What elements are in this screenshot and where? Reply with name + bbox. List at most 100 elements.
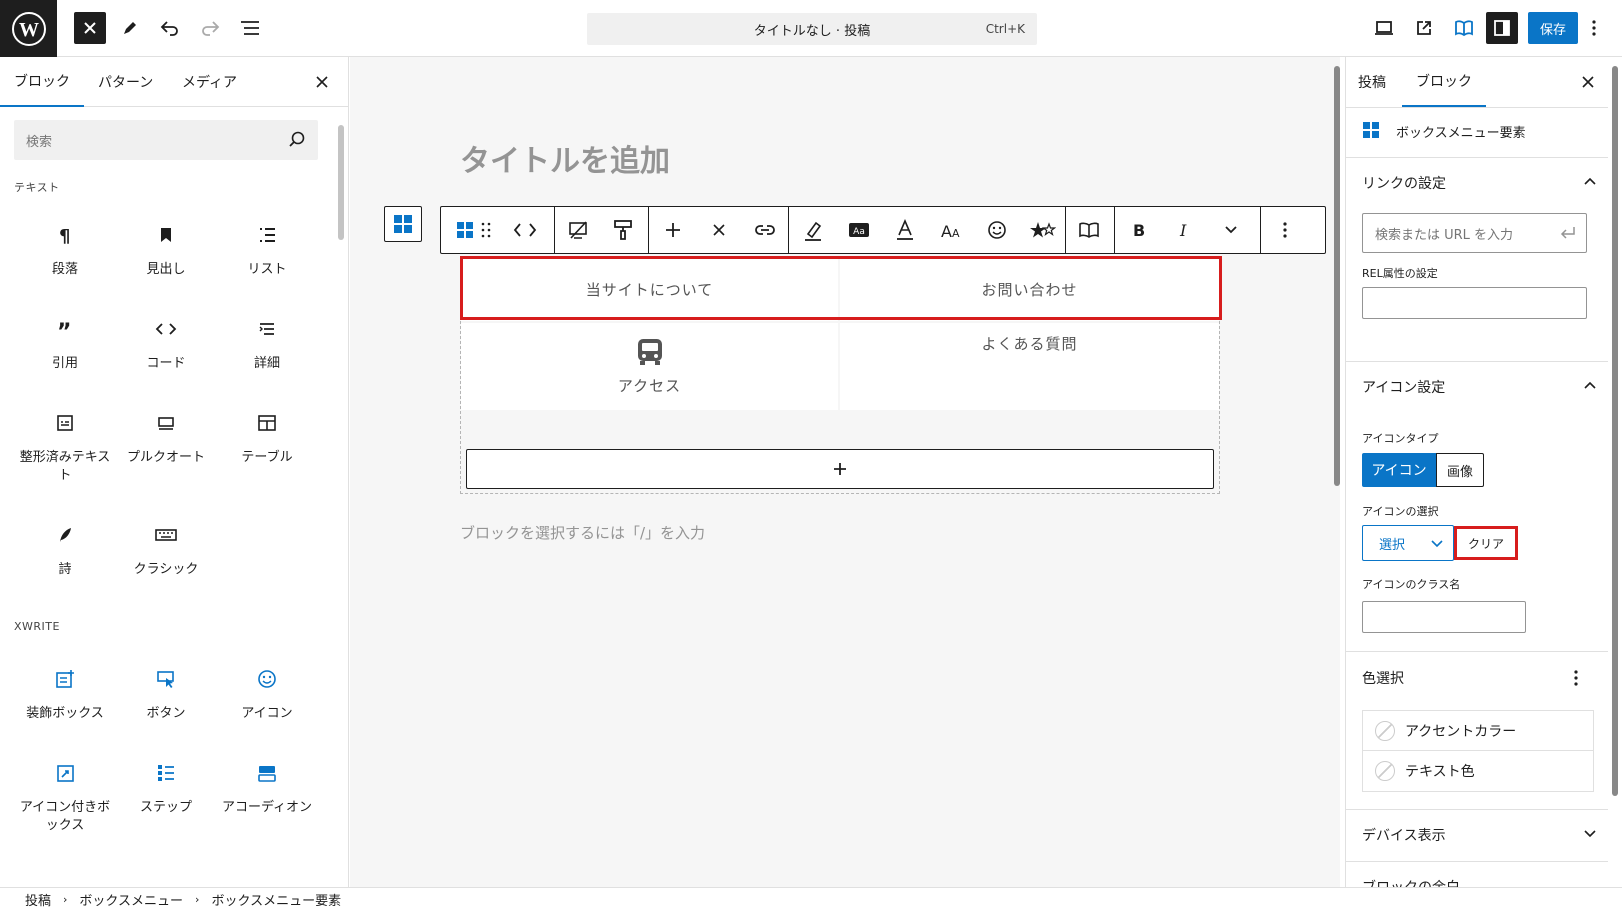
redo-icon[interactable] — [194, 12, 226, 44]
color-section-header: 色選択 — [1362, 671, 1404, 687]
italic-icon[interactable]: I — [1163, 207, 1207, 253]
block-details[interactable]: 詳細 — [219, 319, 315, 373]
clear-icon-button[interactable]: クリア — [1454, 526, 1518, 560]
tab-media[interactable]: メディア — [182, 57, 237, 107]
command-palette[interactable]: タイトルなし · 投稿 Ctrl+K — [587, 13, 1037, 45]
chevron-down-icon[interactable] — [1584, 830, 1596, 838]
book-icon[interactable] — [1067, 207, 1111, 253]
text-color-option[interactable]: テキスト色 — [1363, 751, 1593, 791]
sidebar-scrollbar[interactable] — [1612, 66, 1618, 796]
breadcrumb-item[interactable]: 投稿 — [25, 890, 51, 909]
tab-block[interactable]: ブロック — [1402, 57, 1486, 107]
font-resize-icon[interactable]: AA — [929, 207, 973, 253]
bookmark-icon — [118, 225, 214, 249]
block-button[interactable]: ボタン — [118, 669, 214, 723]
book-icon[interactable] — [1448, 12, 1480, 44]
tab-blocks[interactable]: ブロック — [0, 57, 84, 107]
block-label: プルクオート — [126, 450, 205, 465]
device-display-header[interactable]: デバイス表示 — [1362, 825, 1446, 845]
block-classic[interactable]: クラシック — [118, 525, 214, 579]
block-options-icon[interactable] — [1263, 207, 1307, 253]
move-left-right-icon[interactable] — [503, 207, 547, 253]
close-sidebar-icon[interactable] — [1582, 57, 1594, 107]
block-list[interactable]: リスト — [219, 225, 315, 279]
close-inserter-button[interactable] — [74, 12, 106, 44]
breadcrumb-item[interactable]: ボックスメニュー要素 — [211, 890, 341, 909]
more-options-icon[interactable] — [1574, 670, 1578, 686]
spacing-section-header[interactable]: ブロックの余白 — [1362, 877, 1460, 887]
icon-settings-header[interactable]: アイコン設定 — [1362, 377, 1445, 397]
remove-icon[interactable] — [697, 207, 741, 253]
device-visibility-icon[interactable] — [557, 207, 601, 253]
block-preformatted[interactable]: 整形済みテキスト — [17, 413, 113, 485]
save-button[interactable]: 保存 — [1528, 12, 1578, 44]
parent-block-selector[interactable] — [384, 206, 422, 242]
block-pullquote[interactable]: プルクオート — [118, 413, 214, 467]
block-code[interactable]: コード — [118, 319, 214, 373]
preview-device-icon[interactable] — [1368, 12, 1400, 44]
external-link-icon[interactable] — [1408, 12, 1440, 44]
block-label: 詩 — [58, 562, 72, 577]
block-paragraph[interactable]: ¶ 段落 — [17, 225, 113, 279]
drag-handle-icon[interactable] — [471, 207, 501, 253]
breadcrumb-item[interactable]: ボックスメニュー — [79, 890, 183, 909]
icon-select-button[interactable]: 選択 — [1362, 525, 1454, 561]
menu-item-access[interactable]: アクセス — [461, 323, 838, 410]
inserter-scrollbar[interactable] — [338, 125, 344, 240]
document-overview-icon[interactable] — [234, 12, 266, 44]
list-icon — [219, 225, 315, 249]
emoji-icon[interactable] — [975, 207, 1019, 253]
block-verse[interactable]: 詩 — [17, 525, 113, 579]
icon-type-image-option[interactable]: 画像 — [1436, 453, 1484, 487]
block-table[interactable]: テーブル — [219, 413, 315, 467]
block-step[interactable]: ステップ — [118, 763, 214, 817]
table-icon — [219, 413, 315, 437]
chevron-up-icon[interactable] — [1584, 381, 1596, 389]
chevron-up-icon[interactable] — [1584, 177, 1596, 185]
divider — [1346, 361, 1608, 362]
rel-input[interactable] — [1362, 287, 1587, 319]
url-placeholder: 検索または URL を入力 — [1375, 227, 1514, 243]
block-search-input[interactable]: 検索 — [14, 120, 318, 160]
block-label: アコーディオン — [221, 800, 313, 815]
chevron-down-icon[interactable] — [1209, 207, 1253, 253]
star-rating-icon[interactable] — [1021, 207, 1065, 253]
settings-sidebar-icon[interactable] — [1486, 12, 1518, 44]
add-icon[interactable] — [651, 207, 695, 253]
more-options-icon[interactable] — [1584, 12, 1604, 44]
tab-patterns[interactable]: パターン — [98, 57, 153, 107]
append-block-hint[interactable]: ブロックを選択するには「/」を入力 — [460, 522, 705, 543]
link-settings-header[interactable]: リンクの設定 — [1362, 173, 1446, 193]
accent-color-option[interactable]: アクセントカラー — [1363, 711, 1593, 751]
undo-icon[interactable] — [154, 12, 186, 44]
text-color-icon[interactable] — [883, 207, 927, 253]
block-quote[interactable]: ” 引用 — [17, 319, 113, 373]
menu-item-label: よくある質問 — [981, 335, 1078, 353]
menu-item-faq[interactable]: よくある質問 — [840, 323, 1219, 410]
block-decor-box[interactable]: 装飾ボックス — [17, 669, 113, 723]
search-icon — [288, 130, 306, 148]
font-size-badge-icon[interactable]: Aa — [837, 207, 881, 253]
block-accordion[interactable]: アコーディオン — [219, 763, 315, 817]
divider — [1346, 861, 1608, 862]
tab-post[interactable]: 投稿 — [1358, 57, 1386, 107]
canvas-scrollbar[interactable] — [1334, 66, 1340, 486]
link-icon[interactable] — [743, 207, 787, 253]
post-title-input[interactable]: タイトルを追加 — [460, 136, 670, 180]
toolbar-separator — [1260, 207, 1261, 253]
url-search-input[interactable]: 検索または URL を入力 — [1362, 213, 1587, 253]
wordpress-logo-icon[interactable]: W — [0, 0, 57, 57]
close-panel-icon[interactable] — [316, 57, 328, 107]
chevron-down-icon — [1431, 540, 1443, 548]
block-heading[interactable]: 見出し — [118, 225, 214, 279]
block-icon-box[interactable]: アイコン付きボックス — [17, 763, 113, 835]
pencil-tools-icon[interactable] — [114, 12, 146, 44]
code-icon — [118, 319, 214, 343]
add-block-button[interactable] — [466, 449, 1214, 489]
highlighter-icon[interactable] — [791, 207, 835, 253]
icon-type-icon-option[interactable]: アイコン — [1362, 453, 1436, 487]
paint-roller-icon[interactable] — [601, 207, 645, 253]
block-icon[interactable]: アイコン — [219, 669, 315, 723]
bold-icon[interactable]: B — [1117, 207, 1161, 253]
icon-class-input[interactable] — [1362, 601, 1526, 633]
